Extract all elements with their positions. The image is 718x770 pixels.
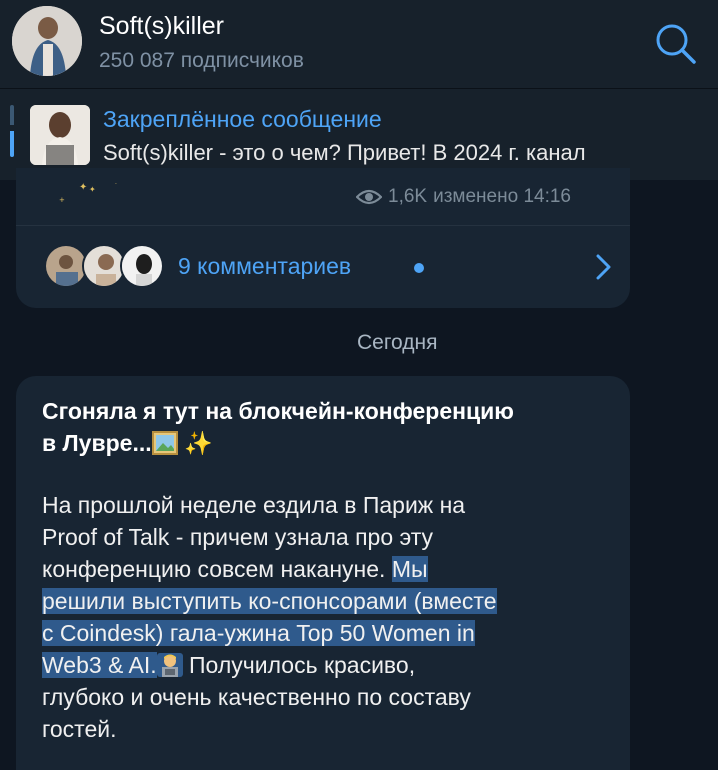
svg-text:+: + [59,196,65,204]
message-text: На прошлой неделе ездила в Париж на Proo… [42,489,602,745]
comments-divider [16,225,630,226]
pinned-position-indicator [10,105,14,157]
hacker-emoji [156,653,183,677]
text-line: Получилось красиво, [182,652,416,678]
pinned-label: Закреплённое сообщение [103,106,382,132]
message-title: Сгоняла я тут на блокчейн-конференцию в … [42,395,602,459]
channel-title[interactable]: Soft(s)killer [99,12,224,41]
picture-emoji [151,431,178,455]
text-line: На прошлой неделе ездила в Париж на [42,492,466,518]
edited-timestamp: изменено 14:16 [433,186,571,207]
selected-text: решили выступить ко-спонсорами (вместе [42,588,497,614]
selected-text: Мы [391,556,428,582]
title-line: в Лувре... [42,430,152,456]
eye-icon [356,189,382,205]
svg-text:·: · [115,181,117,188]
text-line: глубоко и очень качественно по составу [42,684,471,710]
search-icon [656,24,696,64]
svg-text:✦: ✦ [79,182,87,193]
pinned-preview-text: Soft(s)killer - это о чем? Привет! В 202… [103,140,586,165]
view-count: 1,6K [388,186,428,207]
text-line: конференцию совсем накануне. [42,556,392,582]
sparkles-decoration: ✦ ✦ + · [59,181,117,204]
date-separator: Сегодня [357,331,438,354]
text-line: гостей. [42,716,117,742]
unread-comments-dot [414,263,424,273]
selected-text: Web3 & AI. [42,652,157,678]
commenter-avatar [120,244,164,288]
channel-avatar[interactable] [12,6,82,76]
comments-count-label: 9 комментариев [178,253,352,279]
pinned-thumbnail [30,105,90,165]
message-meta: 1,6K изменено 14:16 [356,184,571,210]
title-line: Сгоняла я тут на блокчейн-конференцию [42,398,514,424]
comments-button[interactable]: 9 комментариев [16,228,630,306]
chat-header: Soft(s)killer 250 087 подписчиков [0,0,718,88]
pinned-message-bar[interactable] [0,88,718,180]
sparkles-emoji: ✨ [184,430,213,456]
search-button[interactable] [650,18,700,68]
subscriber-count: 250 087 подписчиков [99,49,304,72]
text-line: Proof of Talk - причем узнала про эту [42,524,434,550]
svg-text:✦: ✦ [89,185,96,194]
selected-text: с Coindesk) гала-ужина Top 50 Women in [42,620,475,646]
chevron-right-icon [596,254,611,280]
